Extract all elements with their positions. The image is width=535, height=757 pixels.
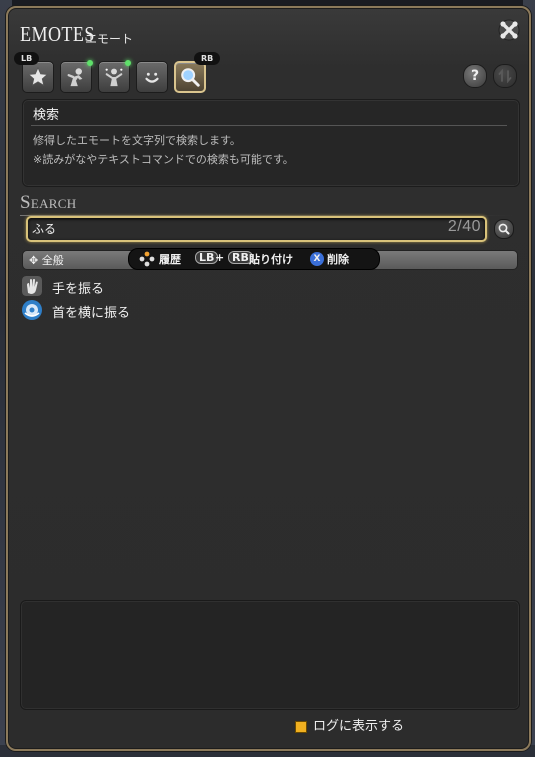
hint-delete: 削除 bbox=[327, 253, 349, 266]
dpad-icon bbox=[139, 251, 155, 267]
hint-plus: + bbox=[215, 251, 225, 264]
head-shake-icon bbox=[22, 300, 42, 320]
sort-button[interactable] bbox=[493, 64, 517, 88]
close-button[interactable] bbox=[497, 18, 521, 42]
search-icon bbox=[498, 223, 510, 235]
tab-general[interactable] bbox=[60, 60, 93, 93]
emotes-window: EMOTES エモート LB RB ? 検索 修得したエモートを文字列で検索しま… bbox=[6, 6, 531, 751]
close-icon bbox=[498, 19, 520, 41]
tab-expressions[interactable] bbox=[136, 61, 168, 93]
new-indicator bbox=[125, 60, 131, 66]
help-button[interactable]: ? bbox=[463, 64, 487, 88]
character-count: 2/40 bbox=[447, 218, 481, 235]
hint-history: 履歴 bbox=[159, 253, 181, 266]
x-button-icon: X bbox=[310, 252, 324, 266]
emote-detail-panel bbox=[20, 600, 520, 710]
info-description: 修得したエモートを文字列で検索します。 bbox=[33, 134, 241, 147]
search-info-panel: 検索 修得したエモートを文字列で検索します。 ※読みがなやテキストコマンドでの検… bbox=[22, 99, 520, 187]
tab-special[interactable] bbox=[98, 60, 131, 93]
info-heading: 検索 bbox=[33, 108, 60, 123]
emote-label: 手を振る bbox=[52, 282, 105, 297]
window-subtitle: エモート bbox=[85, 32, 134, 46]
divider bbox=[31, 125, 507, 126]
sort-arrows-icon bbox=[498, 69, 512, 83]
wave-hand-icon bbox=[22, 276, 42, 296]
star-icon bbox=[27, 66, 49, 87]
list-item[interactable]: 首を横に振る bbox=[22, 300, 322, 322]
window-title: EMOTES bbox=[20, 22, 95, 46]
lb-badge: LB bbox=[14, 52, 40, 65]
help-icon: ? bbox=[470, 68, 480, 84]
tab-search[interactable] bbox=[174, 61, 206, 93]
figure-icon bbox=[67, 68, 83, 87]
list-item[interactable]: 手を振る bbox=[22, 276, 322, 298]
log-checkbox-label[interactable]: ログに表示する bbox=[313, 715, 404, 734]
expand-diamond-icon: ✥ bbox=[29, 254, 39, 267]
magnifier-icon bbox=[181, 68, 200, 87]
search-field[interactable]: 2/40 bbox=[26, 216, 487, 242]
new-indicator bbox=[87, 60, 93, 66]
smile-icon bbox=[145, 72, 159, 83]
search-section-title: Search bbox=[20, 192, 77, 213]
search-input[interactable] bbox=[32, 219, 412, 237]
search-submit-button[interactable] bbox=[494, 219, 514, 239]
input-hints: 履歴 LB + RB 貼り付け X 削除 bbox=[128, 248, 380, 270]
category-label: ✥ 全般 bbox=[29, 254, 64, 267]
rb-badge: RB bbox=[194, 52, 221, 65]
tab-favorites[interactable] bbox=[22, 61, 54, 93]
info-note: ※読みがなやテキストコマンドでの検索も可能です。 bbox=[33, 153, 294, 166]
hint-paste: 貼り付け bbox=[249, 253, 293, 266]
log-checkbox[interactable] bbox=[295, 721, 307, 733]
emote-label: 首を横に振る bbox=[52, 306, 131, 321]
sparkle-figure-icon bbox=[105, 68, 123, 87]
